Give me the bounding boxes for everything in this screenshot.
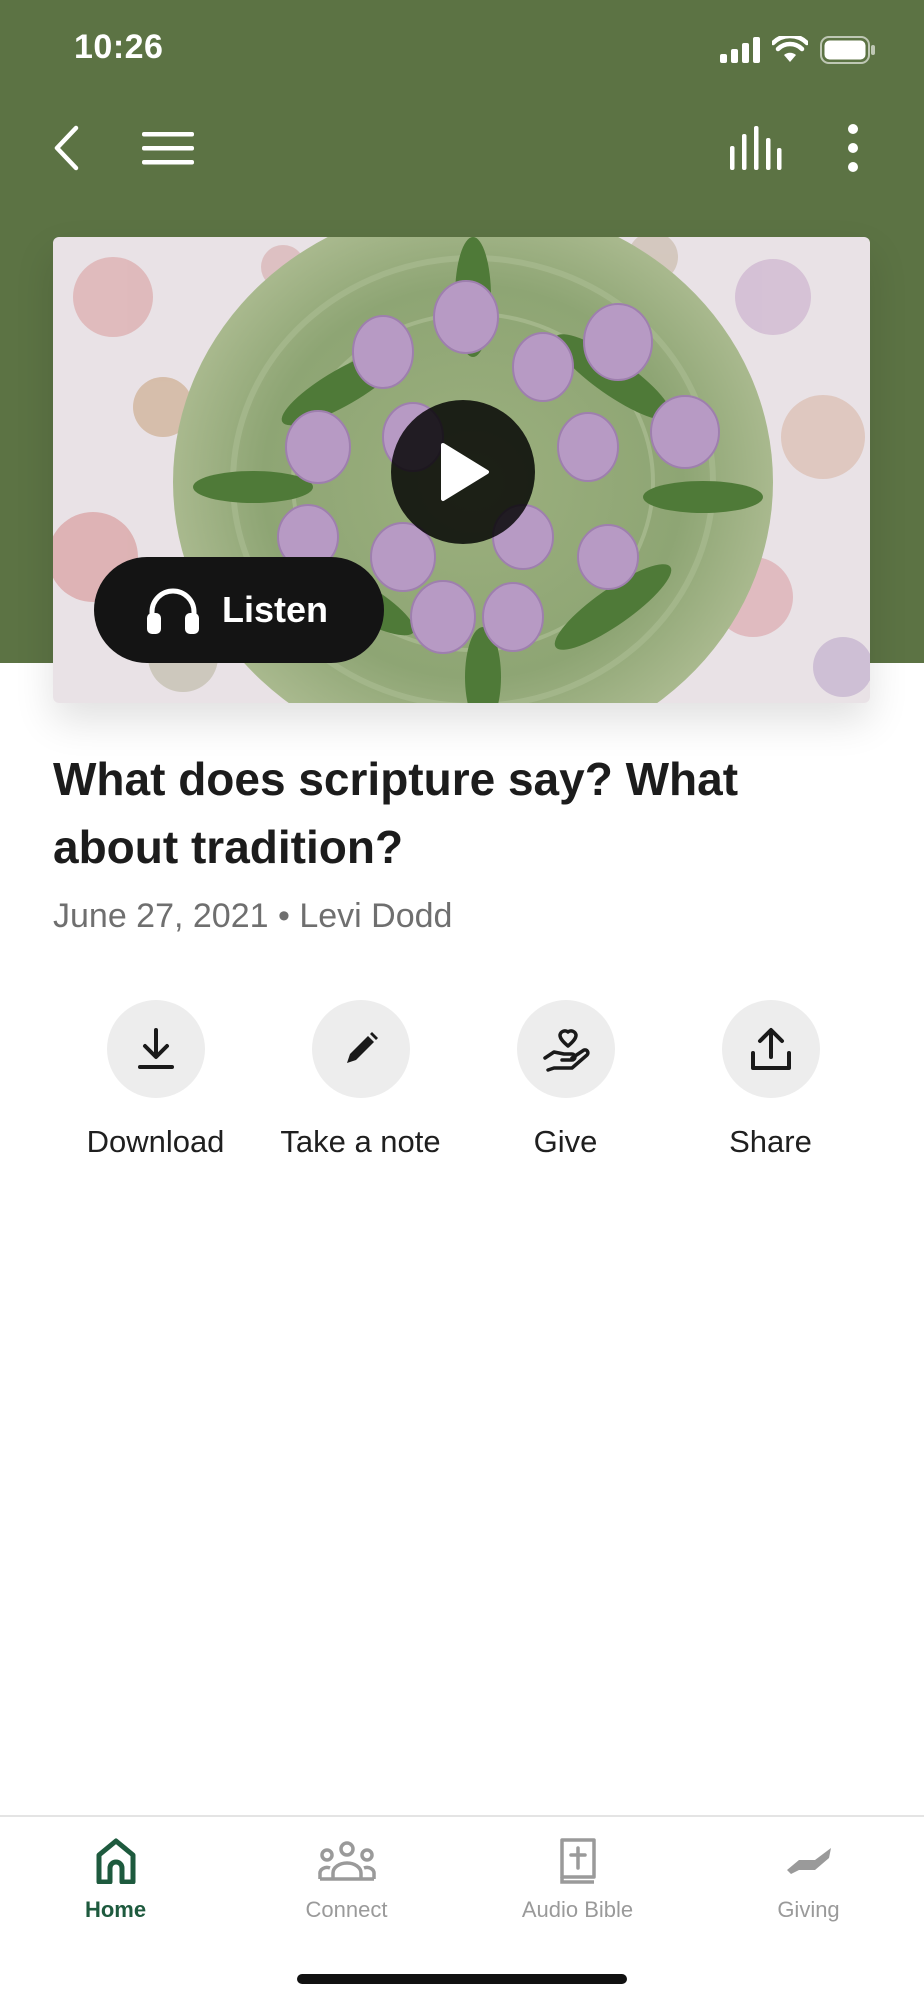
home-icon-wrap [95,1835,137,1887]
giving-hand-icon-wrap [785,1835,833,1887]
share-button[interactable]: Share [668,1000,873,1160]
cellular-signal-icon [720,37,760,63]
share-upload-icon [750,1028,791,1070]
share-label: Share [729,1124,812,1159]
home-indicator [297,1974,627,1984]
sermon-hero-image[interactable]: Listen [53,237,870,703]
hamburger-menu-icon [142,132,194,165]
tab-home[interactable]: Home [0,1817,231,1947]
giving-hand-icon [786,1848,831,1874]
menu-button[interactable] [138,118,198,178]
wifi-icon [772,36,808,62]
bible-icon [559,1838,596,1884]
people-group-icon [317,1841,376,1881]
take-note-button[interactable]: Take a note [258,1000,463,1160]
tab-giving-label: Giving [777,1897,840,1922]
listen-label: Listen [222,589,329,630]
people-group-icon-wrap [317,1835,376,1887]
audio-levels-icon [730,126,782,170]
audio-levels-button[interactable] [725,118,785,178]
tab-connect[interactable]: Connect [231,1817,462,1947]
share-circle [721,1000,820,1098]
home-icon [96,1838,135,1884]
download-circle [106,1000,205,1098]
sermon-meta: June 27, 2021 • Levi Dodd [53,897,452,936]
play-icon [441,443,489,501]
download-label: Download [86,1124,225,1159]
give-hand-heart-icon [542,1029,590,1072]
meta-separator: • [277,897,290,935]
tab-home-label: Home [84,1897,147,1922]
status-icons [720,36,876,64]
more-vertical-icon [848,124,858,172]
download-button[interactable]: Download [53,1000,258,1160]
status-time: 10:26 [74,28,164,66]
bible-icon-wrap [558,1835,598,1887]
give-label: Give [533,1124,598,1159]
back-button[interactable] [37,118,97,178]
play-button[interactable] [391,400,535,544]
headphones-icon [147,588,199,634]
give-button[interactable]: Give [463,1000,668,1160]
sermon-title: What does scripture say? What about trad… [53,753,739,873]
sermon-date: June 27, 2021 [53,897,269,935]
take-note-circle [311,1000,410,1098]
tab-audio-bible[interactable]: Audio Bible [462,1817,693,1947]
top-navigation [0,100,924,195]
download-icon [137,1028,174,1069]
pencil-icon [346,1032,378,1063]
tab-connect-label: Connect [305,1897,388,1922]
sermon-speaker: Levi Dodd [299,897,453,935]
tab-giving[interactable]: Giving [693,1817,924,1947]
give-circle [516,1000,615,1098]
take-note-label: Take a note [280,1124,441,1159]
back-chevron-icon [54,125,79,171]
battery-icon [820,36,875,64]
status-bar: 10:26 [0,0,924,100]
listen-button[interactable]: Listen [94,557,384,663]
sermon-actions: Download Take a note Give Share [53,1000,873,1180]
tab-audio-bible-label: Audio Bible [521,1897,634,1922]
more-options-button[interactable] [823,118,883,178]
